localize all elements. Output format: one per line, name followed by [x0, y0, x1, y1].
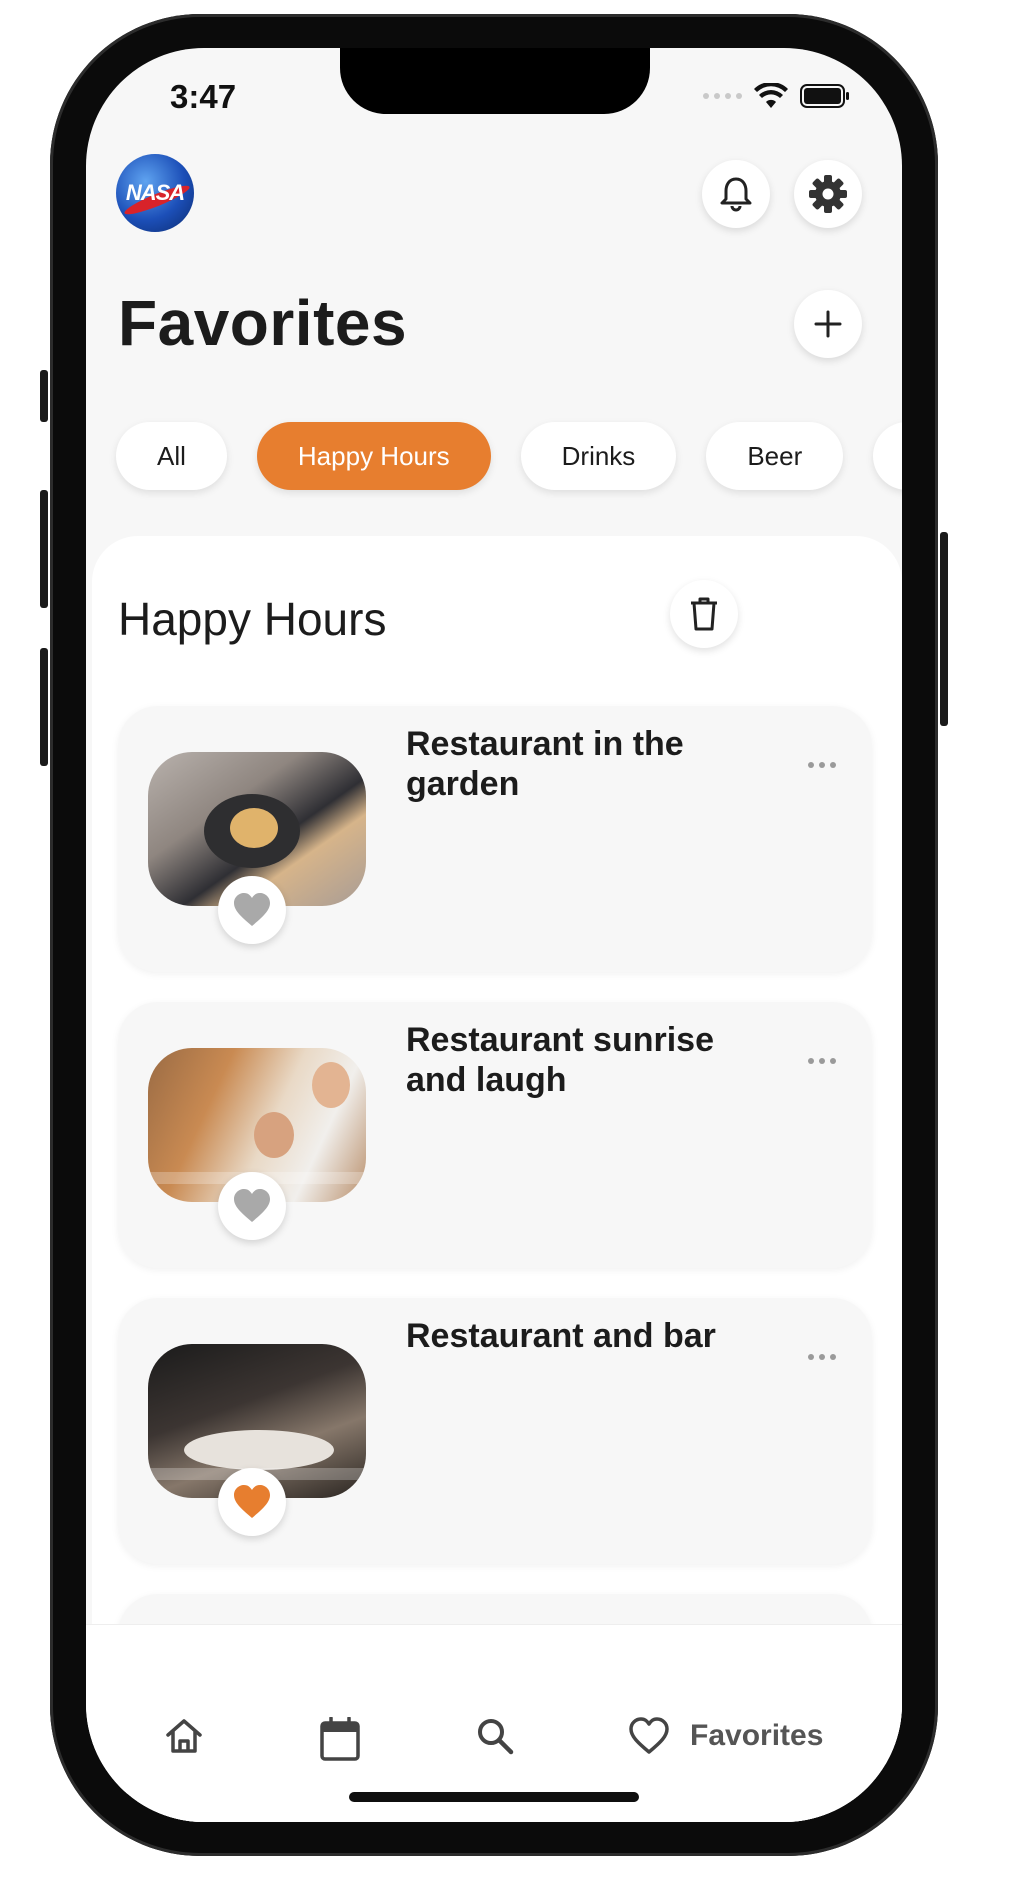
trash-icon — [691, 597, 717, 631]
bell-icon — [720, 177, 752, 212]
list-item[interactable]: Restaurant sunrise and laugh — [118, 1002, 872, 1268]
silent-switch — [40, 370, 48, 422]
chip-drinks[interactable]: Drinks — [520, 422, 677, 490]
nav-home[interactable] — [164, 1717, 204, 1755]
chip-beer[interactable]: Beer — [706, 422, 844, 490]
section-title: Happy Hours — [118, 593, 387, 645]
heart-icon — [234, 893, 270, 926]
nav-calendar[interactable] — [320, 1717, 360, 1761]
page-title: Favorites — [118, 287, 408, 359]
nav-favorites-label: Favorites — [690, 1719, 824, 1752]
nav-favorites[interactable]: Favorites — [628, 1717, 823, 1755]
calendar-icon — [320, 1717, 360, 1761]
home-indicator — [349, 1792, 639, 1802]
list-item[interactable]: Restaurant and bar — [118, 1298, 872, 1564]
heart-icon — [234, 1485, 270, 1518]
restaurant-title: Restaurant and bar — [406, 1317, 716, 1355]
restaurant-title: Restaurant sunrise and laugh — [406, 1021, 714, 1099]
chip-food[interactable]: Fo — [873, 422, 902, 490]
plus-icon — [814, 310, 842, 338]
avatar-label: NASA — [125, 180, 185, 205]
volume-down-button — [40, 648, 48, 766]
list-item[interactable]: Restaurant in the garden — [118, 706, 872, 972]
app-screen: 3:47 NASA Favorites All Happy Hours Drin… — [86, 48, 902, 1822]
more-options-icon[interactable] — [808, 1058, 836, 1064]
volume-up-button — [40, 490, 48, 608]
nav-search[interactable] — [476, 1717, 514, 1755]
power-button — [940, 532, 948, 726]
avatar[interactable]: NASA — [116, 154, 194, 232]
more-options-icon[interactable] — [808, 1354, 836, 1360]
favorite-toggle[interactable] — [218, 876, 286, 944]
settings-button[interactable] — [794, 160, 862, 228]
favorite-toggle[interactable] — [218, 1468, 286, 1536]
wifi-icon — [754, 83, 788, 108]
status-icons — [703, 78, 850, 114]
delete-list-button[interactable] — [670, 580, 738, 648]
gear-icon — [809, 175, 847, 213]
category-filter-bar: All Happy Hours Drinks Beer Fo — [116, 422, 902, 490]
search-icon — [478, 1719, 514, 1755]
cellular-signal-icon — [703, 93, 742, 99]
notifications-button[interactable] — [702, 160, 770, 228]
battery-icon — [800, 84, 849, 108]
favorite-toggle[interactable] — [218, 1172, 286, 1240]
chip-all[interactable]: All — [116, 422, 227, 490]
add-button[interactable] — [794, 290, 862, 358]
status-time: 3:47 — [170, 78, 237, 115]
more-options-icon[interactable] — [808, 762, 836, 768]
home-icon — [166, 1719, 202, 1753]
heart-icon — [629, 1717, 669, 1754]
notch — [340, 48, 650, 114]
heart-icon — [234, 1189, 270, 1222]
restaurant-title: Restaurant in the garden — [406, 725, 684, 803]
chip-happy-hours[interactable]: Happy Hours — [256, 422, 491, 490]
